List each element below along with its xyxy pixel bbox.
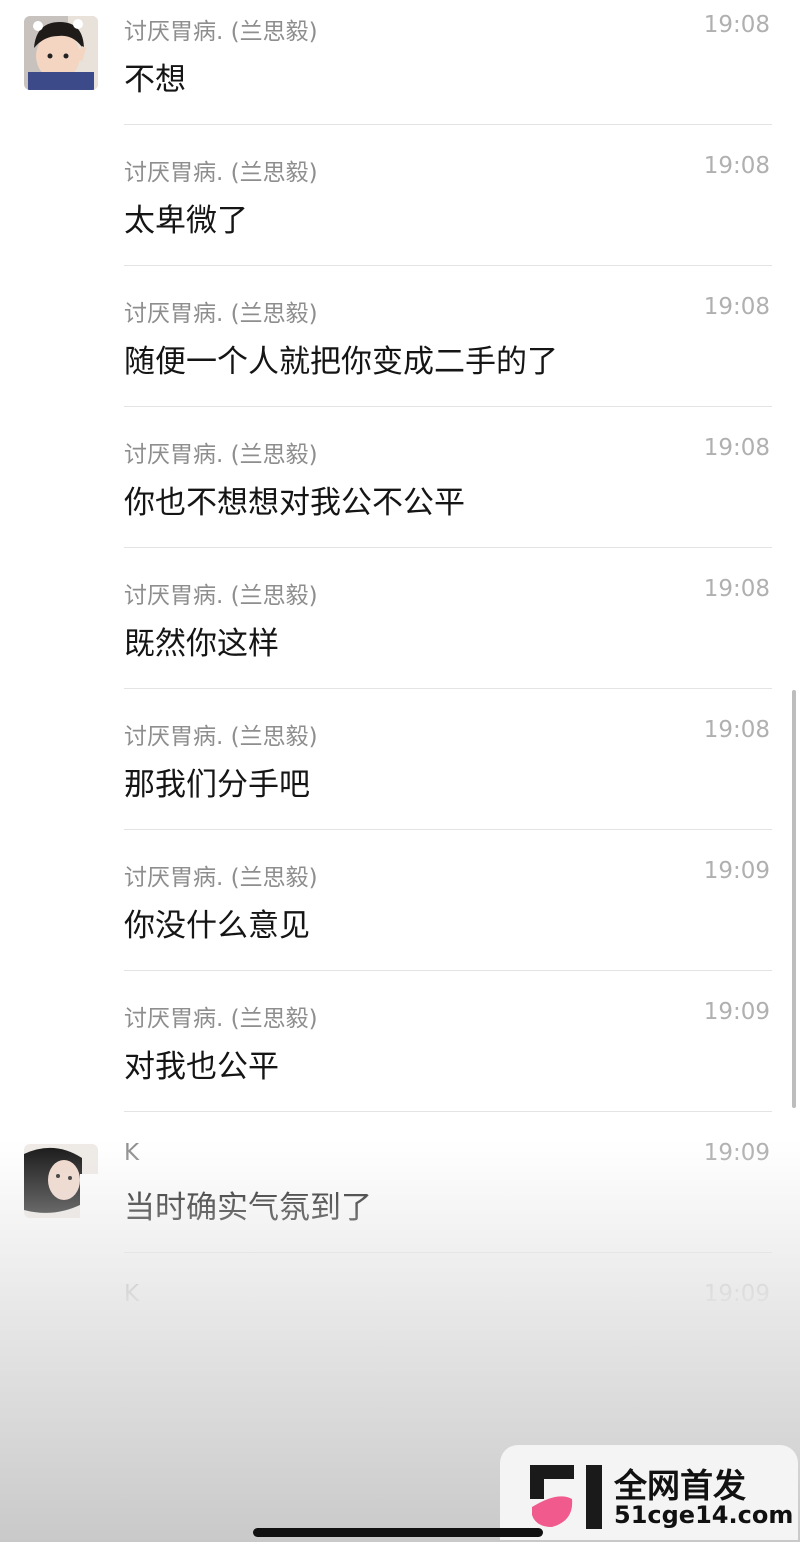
sender-name: 讨厌胃病. (兰思毅) [124, 865, 318, 891]
sender-name: 讨厌胃病. (兰思毅) [124, 442, 318, 468]
divider [124, 547, 772, 548]
message-item[interactable]: 讨厌胃病. (兰思毅) 19:08 你也不想想对我公不公平 [0, 423, 800, 564]
message-item[interactable]: 讨厌胃病. (兰思毅) 19:09 对我也公平 [0, 987, 800, 1128]
watermark: 全网首发 51cge14.com [500, 1445, 798, 1540]
message-item[interactable]: K 19:09 当时确实气氛到了 [0, 1128, 800, 1269]
watermark-domain: 51cge14.com [614, 1501, 794, 1529]
avatar[interactable] [24, 16, 98, 90]
message-text[interactable]: 那我们分手吧 [124, 759, 310, 804]
message-text[interactable]: 你没什么意见 [124, 900, 310, 945]
message-text[interactable]: 不想 [124, 54, 186, 99]
scrollbar[interactable] [792, 690, 796, 1108]
divider [124, 970, 772, 971]
message-item[interactable]: 讨厌胃病. (兰思毅) 19:08 不想 [0, 0, 800, 141]
divider [124, 829, 772, 830]
message-time: 19:08 [703, 435, 770, 461]
divider [124, 124, 772, 125]
home-indicator[interactable] [253, 1528, 543, 1537]
message-time: 19:08 [703, 12, 770, 38]
sender-name: 讨厌胃病. (兰思毅) [124, 301, 318, 327]
message-text[interactable]: 当时确实气氛到了 [124, 1182, 372, 1227]
avatar[interactable] [24, 1144, 98, 1218]
divider [124, 406, 772, 407]
sender-name: K [124, 1281, 140, 1307]
message-item[interactable]: 讨厌胃病. (兰思毅) 19:08 随便一个人就把你变成二手的了 [0, 282, 800, 423]
avatar[interactable] [24, 1426, 98, 1500]
sender-name: 讨厌胃病. (兰思毅) [124, 724, 318, 750]
message-text[interactable]: 太卑微了 [124, 195, 248, 240]
message-text[interactable]: 对我也公平 [124, 1041, 279, 1086]
sender-name: 讨厌胃病. (兰思毅) [124, 1006, 318, 1032]
watermark-logo-icon [530, 1465, 602, 1529]
sender-name: 讨厌胃病. (兰思毅) [124, 160, 318, 186]
divider [124, 1393, 772, 1394]
message-time: 19:08 [703, 717, 770, 743]
message-text[interactable]: 既然你这样 [124, 618, 279, 663]
divider [124, 1252, 772, 1253]
message-text[interactable]: 随便一个人就把你变成二手的了 [124, 336, 558, 381]
message-item[interactable]: 讨厌胃病. (兰思毅) 19:09 你没什么意见 [0, 846, 800, 987]
message-item[interactable]: 讨厌胃病. (兰思毅) 19:08 那我们分手吧 [0, 705, 800, 846]
message-item[interactable]: 讨厌胃病. (兰思毅) 19:08 太卑微了 [0, 141, 800, 282]
divider [124, 265, 772, 266]
message-time: 19:08 [703, 294, 770, 320]
sender-name: K [124, 1140, 140, 1166]
divider [124, 1111, 772, 1112]
message-time: 19:09 [703, 858, 770, 884]
message-text[interactable]: 你也不想想对我公不公平 [124, 477, 465, 522]
message-time: 19:09 [703, 999, 770, 1025]
message-time: 19:08 [703, 576, 770, 602]
watermark-title: 全网首发 [614, 1466, 746, 1505]
message-text[interactable]: 什么气氛? [124, 1464, 264, 1509]
sender-name: 讨厌胃病. (兰思毅) [124, 1429, 318, 1455]
message-item[interactable]: 讨厌胃病. (兰思毅) 19:08 既然你这样 [0, 564, 800, 705]
message-time: 19:08 [703, 153, 770, 179]
message-item[interactable]: K 19:09 我没忍住 [0, 1269, 800, 1410]
sender-name: 讨厌胃病. (兰思毅) [124, 19, 318, 45]
message-time: 19:09 [703, 1140, 770, 1166]
message-time: 19:09 [703, 1281, 770, 1307]
sender-name: 讨厌胃病. (兰思毅) [124, 583, 318, 609]
divider [124, 688, 772, 689]
message-text[interactable]: 我没忍住 [124, 1323, 248, 1368]
